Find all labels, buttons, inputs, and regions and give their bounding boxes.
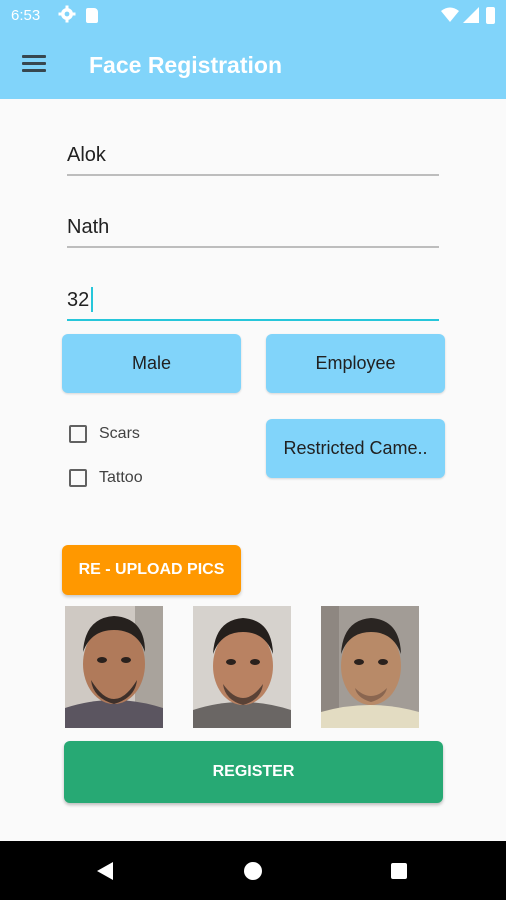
page-title: Face Registration xyxy=(89,52,282,78)
text-cursor xyxy=(91,287,93,312)
status-bar: 6:53 xyxy=(0,0,506,32)
checkbox-box[interactable] xyxy=(69,425,87,443)
age-underline xyxy=(67,319,439,321)
face-photo-1 xyxy=(65,606,163,728)
type-button[interactable]: Employee xyxy=(266,334,445,393)
last-name-field[interactable] xyxy=(67,208,439,248)
scars-label: Scars xyxy=(99,425,140,442)
first-name-field[interactable] xyxy=(67,136,439,176)
face-photo-3 xyxy=(321,606,419,728)
age-input[interactable] xyxy=(67,281,439,319)
age-field[interactable] xyxy=(67,281,439,321)
face-photo-2 xyxy=(193,606,291,728)
first-name-underline xyxy=(67,174,439,176)
home-icon[interactable] xyxy=(244,862,262,880)
cell-signal-icon xyxy=(463,7,479,23)
gender-button[interactable]: Male xyxy=(62,334,241,393)
battery-icon xyxy=(486,7,495,24)
tattoo-label: Tattoo xyxy=(99,469,143,486)
back-icon[interactable] xyxy=(97,862,113,880)
tattoo-checkbox[interactable]: Tattoo xyxy=(69,469,143,487)
hamburger-menu-icon[interactable] xyxy=(22,54,46,74)
last-name-input[interactable] xyxy=(67,208,439,246)
checkbox-box[interactable] xyxy=(69,469,87,487)
recents-icon[interactable] xyxy=(391,863,407,879)
wifi-icon xyxy=(441,7,459,22)
sd-card-icon xyxy=(86,8,98,23)
last-name-underline xyxy=(67,246,439,248)
scars-checkbox[interactable]: Scars xyxy=(69,425,140,443)
register-button[interactable]: REGISTER xyxy=(64,741,443,803)
restricted-camera-button[interactable]: Restricted Came.. xyxy=(266,419,445,478)
status-time: 6:53 xyxy=(11,7,41,24)
reupload-pics-button[interactable]: RE - UPLOAD PICS xyxy=(62,545,241,595)
gear-icon xyxy=(58,5,76,23)
first-name-input[interactable] xyxy=(67,136,439,174)
